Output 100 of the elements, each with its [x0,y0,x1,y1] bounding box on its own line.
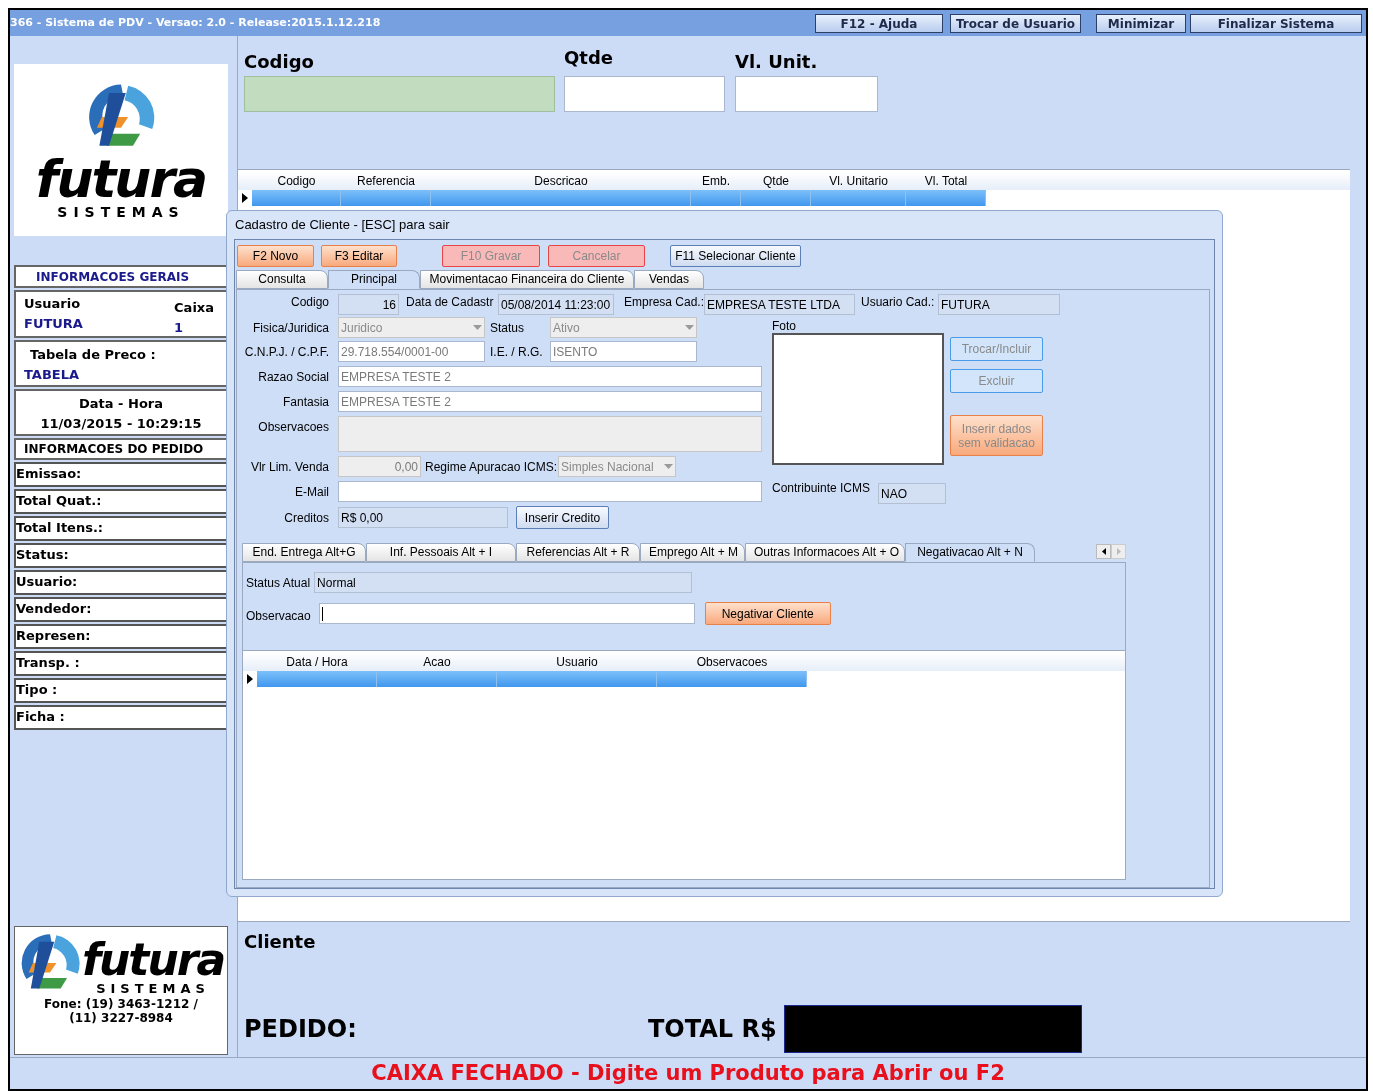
right-arrow-icon [1116,548,1121,555]
input-field[interactable]: EMPRESA TESTE 2 [338,391,762,412]
field-label: Fisica/Juridica [251,319,329,337]
column-header[interactable]: Referencia [341,172,431,190]
input-field[interactable]: EMPRESA TESTE LTDA [704,294,855,315]
left-arrow-icon [1101,548,1106,555]
button[interactable]: Negativar Cliente [704,602,831,625]
column-header[interactable]: Vl. Unitario [811,172,906,190]
row-pointer-icon [247,674,253,684]
input-field[interactable]: 0,00 [338,456,421,477]
tab[interactable]: Inf. Pessoais Alt + I [366,543,516,562]
info-label: Tabela de Preco : [29,346,157,364]
entry-label: Codigo [244,50,315,74]
order-field-label: Transp. : [16,654,80,672]
title-bar-button[interactable]: F12 - Ajuda [815,13,943,33]
input-field[interactable]: 16 [338,294,399,315]
column-header[interactable]: Qtde [741,172,811,190]
section-title: INFORMACOES GERAIS [36,268,190,286]
column-header[interactable]: Emb. [691,172,741,190]
button[interactable]: F2 Novo [237,245,314,267]
column-header[interactable]: Descricao [431,172,691,190]
order-field-label: Ficha : [16,708,65,726]
tab[interactable]: End. Entrega Alt+G [242,543,366,562]
field-label: Foto [772,319,797,333]
input-field[interactable] [564,76,725,112]
field-label: C.N.P.J. / C.P.F. [243,343,329,361]
column-header[interactable]: Observacoes [657,653,807,671]
field-label: Codigo [289,294,329,311]
status-message: CAIXA FECHADO - Digite um Produto para Abrir ou F2 [371,1059,1005,1087]
input-field[interactable] [338,481,762,502]
tab[interactable]: Movimentacao Financeira do Cliente [420,270,634,289]
row-pointer-icon [242,193,248,203]
logo-tagline: SISTEMAS [57,205,185,219]
dropdown-caret-icon [664,464,673,469]
column-header[interactable]: Usuario [497,653,657,671]
field-label: Contribuinte ICMS [772,480,871,497]
field-label: E-Mail [294,483,329,501]
input-field[interactable]: ISENTO [550,341,697,362]
logo-wordmark: futura [35,153,207,205]
order-field-label: Total Quat.: [16,492,102,510]
info-value: 11/03/2015 - 10:29:15 [40,414,202,433]
field-label: Status [490,319,526,337]
field-label: Observacao [246,608,311,625]
field-label: Fantasia [281,393,329,411]
info-value: 1 [174,318,185,337]
title-bar-button[interactable]: Minimizar [1096,13,1186,33]
tab[interactable]: Consulta [236,270,328,289]
column-header[interactable]: Acao [377,653,497,671]
order-field-label: Total Itens.: [16,519,104,537]
input-field[interactable]: NAO [878,483,947,504]
input-field[interactable]: 29.718.554/0001-00 [338,341,485,362]
tab[interactable]: Negativacao Alt + N [905,543,1035,562]
tab[interactable]: Principal [328,270,420,289]
order-field-label: Tipo : [16,681,58,699]
info-label: Caixa [174,299,214,317]
input-field[interactable]: FUTURA [938,294,1060,315]
button[interactable]: F11 Selecionar Cliente [670,245,801,267]
dialog-title: Cadastro de Cliente - [ESC] para sair [234,216,451,234]
tab[interactable]: Referencias Alt + R [516,543,640,562]
field-label: Status Atual [246,574,311,592]
tab[interactable]: Emprego Alt + M [640,543,745,562]
field-label: Data de Cadastr [406,294,495,311]
order-field-label: Status: [16,546,69,564]
field-label: Regime Apuracao ICMS: [425,458,558,476]
input-field[interactable]: 05/08/2014 11:23:00 [498,294,614,315]
field-label: Empresa Cad.: [624,294,704,311]
input-field[interactable] [318,603,695,624]
field-label: Vlr Lim. Venda [249,458,329,476]
order-field-label: Usuario: [16,573,78,591]
window-title: 366 - Sistema de PDV - Versao: 2.0 - Release:2015.1.12.218 [10,14,381,31]
entry-label: Qtde [564,46,614,70]
title-bar-button[interactable]: Finalizar Sistema [1190,13,1362,33]
order-field-label: Emissao: [16,465,82,483]
input-field[interactable]: Normal [314,572,693,593]
tab[interactable]: Outras Informacoes Alt + O [745,543,905,562]
input-field[interactable]: R$ 0,00 [338,507,508,528]
tab[interactable]: Vendas [634,270,704,289]
info-value: TABELA [24,365,81,384]
field-label: Usuario Cad.: [861,294,936,311]
logo-tagline: SISTEMAS [96,982,210,995]
input-field[interactable] [735,76,878,112]
button[interactable]: Inserir Credito [516,506,609,529]
input-field[interactable] [338,416,762,452]
dropdown-caret-icon [473,325,482,330]
phone-text: Fone: (19) 3463-1212 / (11) 3227-8984 [43,997,199,1025]
field-label: Razao Social [257,368,329,386]
column-header[interactable]: Codigo [252,172,341,190]
title-bar-button[interactable]: Trocar de Usuario [950,13,1081,33]
button[interactable]: F3 Editar [321,245,397,267]
column-header[interactable]: Data / Hora [257,653,377,671]
client-label: Cliente [244,930,317,954]
input-field[interactable] [244,76,555,112]
info-value: FUTURA [24,314,83,333]
order-label: PEDIDO: [244,1014,358,1045]
dropdown-caret-icon [685,325,694,330]
logo-wordmark: futura [81,938,225,982]
info-label: Usuario [24,295,82,313]
column-header[interactable]: Vl. Total [906,172,986,190]
input-field[interactable]: EMPRESA TESTE 2 [338,366,762,387]
scroll-left-button[interactable] [1096,544,1111,559]
